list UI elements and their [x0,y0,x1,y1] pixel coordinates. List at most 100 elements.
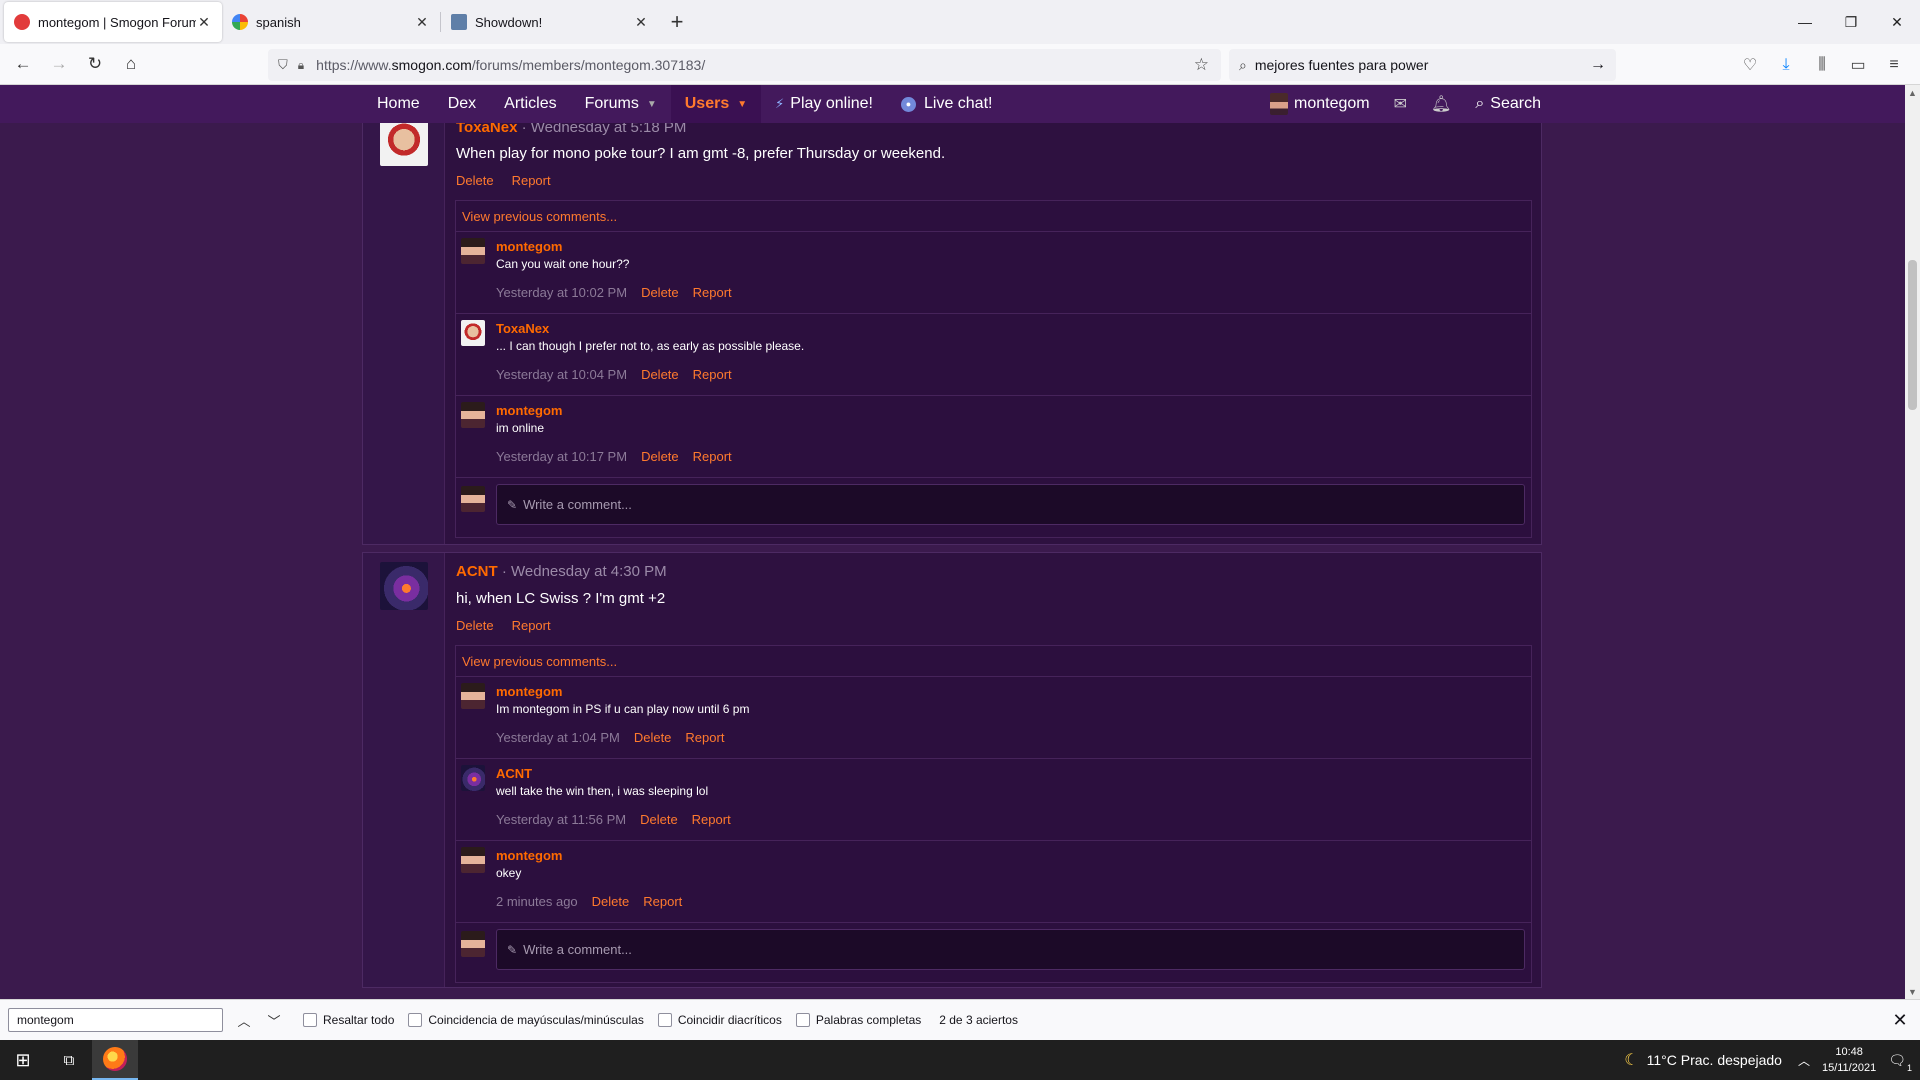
scroll-up-icon[interactable]: ▲ [1905,85,1920,100]
post-time[interactable]: Wednesday at 5:18 PM [531,123,687,136]
home-icon[interactable]: ⌂ [114,49,148,79]
comment-author[interactable]: montegom [496,403,562,418]
delete-link[interactable]: Delete [592,894,630,909]
delete-link[interactable]: Delete [641,285,679,300]
comment-time[interactable]: Yesterday at 10:04 PM [496,367,627,382]
match-case-checkbox[interactable]: Coincidencia de mayúsculas/minúsculas [408,1013,644,1027]
scroll-down-icon[interactable]: ▼ [1905,984,1920,999]
checkbox-box[interactable] [657,1013,672,1027]
report-link[interactable]: Report [693,367,732,382]
menu-icon[interactable]: ≡ [1876,49,1912,81]
tab-smogon[interactable]: montegom | Smogon Forums ✕ [4,2,222,42]
find-next-icon[interactable]: ﹀ [259,1008,289,1032]
minimize-icon[interactable]: — [1782,0,1828,44]
report-link[interactable]: Report [693,285,732,300]
back-icon[interactable]: ← [6,49,40,79]
bell-icon[interactable]: 🔔︎ [1419,85,1463,123]
close-find-bar-icon[interactable]: ✕ [1888,1008,1912,1032]
scrollbar-thumb[interactable] [1908,260,1917,410]
write-comment-input[interactable]: ✎ Write a comment... [496,929,1525,970]
delete-link[interactable]: Delete [641,449,679,464]
close-icon[interactable]: ✕ [196,14,212,30]
post-author[interactable]: ACNT [456,563,498,580]
comment-time[interactable]: Yesterday at 10:02 PM [496,285,627,300]
match-diacritics-checkbox[interactable]: Coincidir diacríticos [657,1013,782,1027]
clock[interactable]: 10:48 15/11/2021 [1822,1044,1876,1076]
lock-icon[interactable]: 🔒︎ [298,58,304,73]
comment-time[interactable]: Yesterday at 10:17 PM [496,449,627,464]
sidebar-icon[interactable]: ▭ [1840,49,1876,81]
chevron-down-icon[interactable]: ▼ [737,99,747,110]
report-link[interactable]: Report [512,618,551,633]
avatar[interactable] [461,320,485,346]
avatar[interactable] [461,402,485,428]
header-search[interactable]: ⌕ Search [1463,85,1553,123]
task-view-icon[interactable]: ⧉ [46,1040,92,1080]
delete-link[interactable]: Delete [640,812,678,827]
comment-time[interactable]: Yesterday at 1:04 PM [496,730,620,745]
notifications-icon[interactable]: 🗨︎ 1 [1888,1052,1912,1073]
go-arrow-icon[interactable]: → [1590,56,1606,74]
weather-moon-icon[interactable]: ☾ [1624,1050,1638,1070]
bookmark-star-icon[interactable]: ☆ [1194,55,1209,75]
comment-time[interactable]: 2 minutes ago [496,894,578,909]
avatar[interactable] [461,238,485,264]
shield-icon[interactable]: ⛉ [278,57,288,73]
comment-time[interactable]: Yesterday at 11:56 PM [496,812,626,827]
forward-icon[interactable]: → [42,49,76,79]
post-author[interactable]: ToxaNex [456,123,517,136]
library-icon[interactable]: ⫼ [1804,49,1840,81]
view-previous-link[interactable]: View previous comments... [456,646,1531,677]
find-previous-icon[interactable]: ︿ [229,1008,259,1032]
nav-forums[interactable]: Forums ▼ [571,85,671,123]
new-tab-icon[interactable]: + [659,2,695,42]
post-time[interactable]: Wednesday at 4:30 PM [511,563,667,580]
nav-live-chat[interactable]: ● Live chat! [887,85,1006,123]
tab-showdown[interactable]: Showdown! ✕ [441,2,659,42]
find-input[interactable]: montegom [8,1008,223,1032]
nav-play-online[interactable]: ⚡︎ Play online! [761,85,887,123]
chevron-down-icon[interactable]: ▼ [647,99,657,110]
delete-link[interactable]: Delete [456,173,494,188]
restore-icon[interactable]: ❐ [1828,0,1874,44]
comment-author[interactable]: ToxaNex [496,321,549,336]
nav-home[interactable]: Home [363,85,434,123]
inbox-icon[interactable]: ✉ [1382,85,1419,123]
comment-author[interactable]: montegom [496,684,562,699]
nav-articles[interactable]: Articles [490,85,570,123]
highlight-all-checkbox[interactable]: Resaltar todo [303,1013,394,1027]
avatar[interactable] [461,683,485,709]
checkbox-box[interactable] [303,1013,317,1027]
tab-spanish[interactable]: spanish ✕ [222,2,440,42]
view-previous-link[interactable]: View previous comments... [456,201,1531,232]
close-icon[interactable]: ✕ [633,14,649,30]
write-comment-input[interactable]: ✎ Write a comment... [496,484,1525,525]
windows-start-icon[interactable]: ⊞ [0,1040,46,1080]
nav-users[interactable]: Users ▼ [670,85,762,123]
delete-link[interactable]: Delete [634,730,672,745]
window-close-icon[interactable]: ✕ [1874,0,1920,44]
download-icon[interactable]: ⤓ [1768,49,1804,81]
user-menu[interactable]: montegom [1258,85,1382,123]
delete-link[interactable]: Delete [456,618,494,633]
comment-author[interactable]: ACNT [496,766,532,781]
delete-link[interactable]: Delete [641,367,679,382]
checkbox-box[interactable] [408,1013,423,1027]
tray-expand-icon[interactable]: ︿ [1798,1052,1810,1069]
avatar[interactable] [461,847,485,873]
page-scrollbar[interactable]: ▲ ▼ [1905,85,1920,999]
comment-author[interactable]: montegom [496,239,562,254]
search-bar[interactable]: ⌕ mejores fuentes para power → [1229,49,1616,81]
avatar[interactable] [380,562,428,610]
pocket-icon[interactable]: ♡ [1732,49,1768,81]
reload-icon[interactable]: ↻ [78,49,112,79]
whole-words-checkbox[interactable]: Palabras completas [795,1013,921,1027]
weather-text[interactable]: 11°C Prac. despejado [1647,1052,1782,1068]
report-link[interactable]: Report [643,894,682,909]
address-bar[interactable]: ⛉ 🔒︎ https://www.smogon.com/forums/membe… [268,49,1221,81]
firefox-taskbar-button[interactable] [92,1040,138,1080]
nav-dex[interactable]: Dex [434,85,490,123]
report-link[interactable]: Report [512,173,551,188]
checkbox-box[interactable] [795,1013,810,1027]
close-icon[interactable]: ✕ [414,14,430,30]
